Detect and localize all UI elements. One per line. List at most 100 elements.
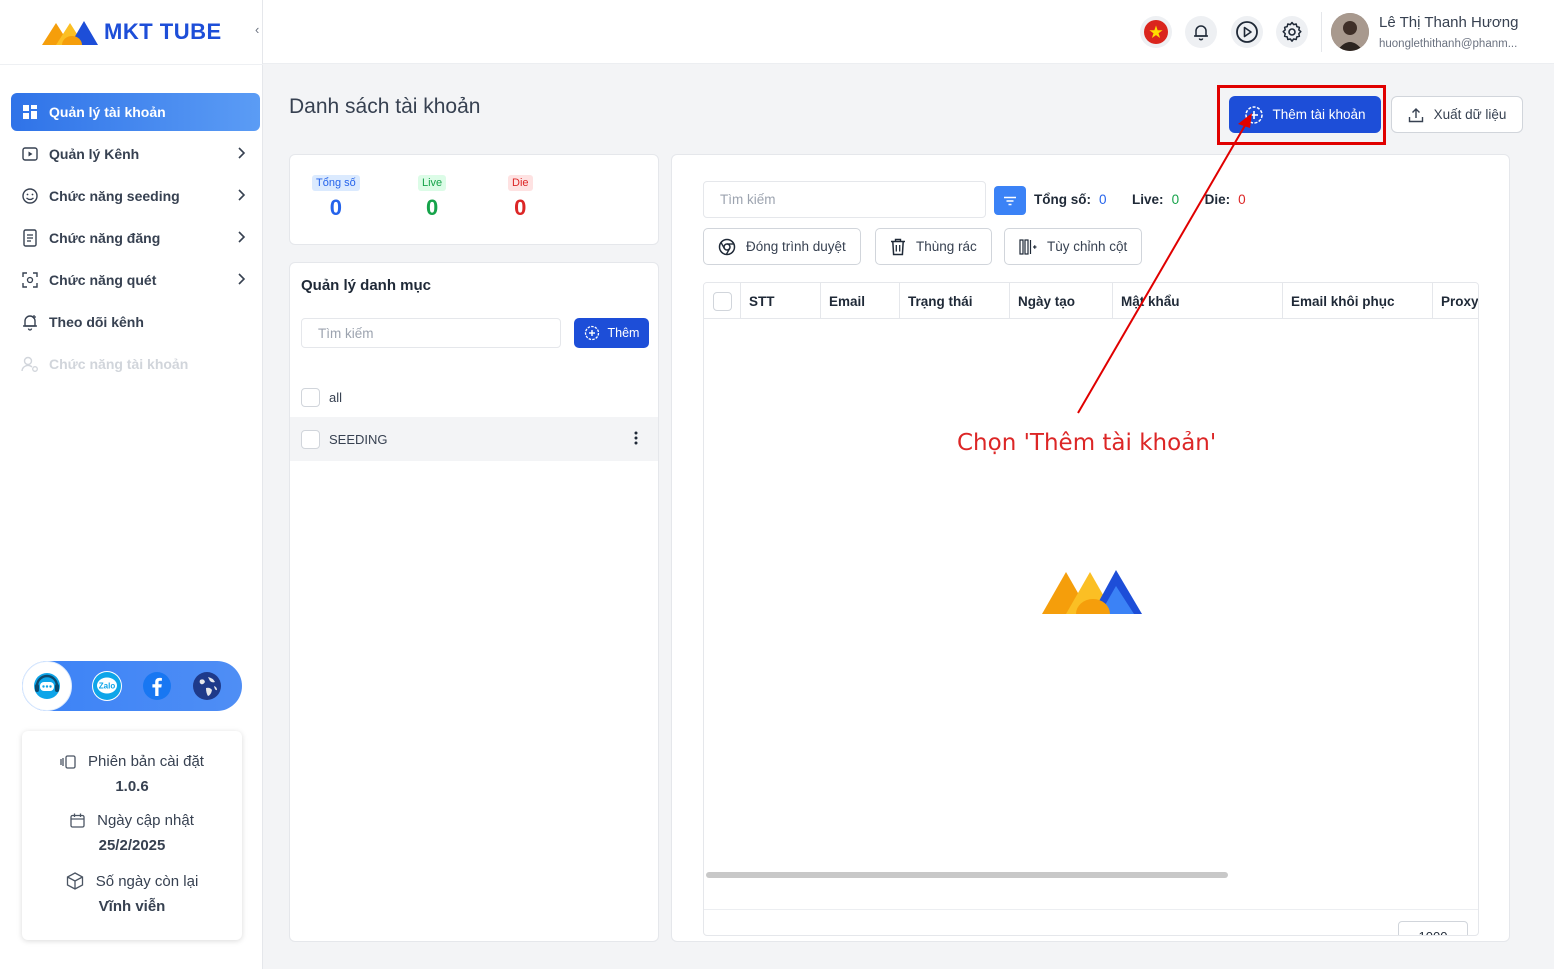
bell-plus-icon bbox=[21, 313, 39, 331]
sidebar-item-account-functions: Chức năng tài khoản bbox=[11, 345, 260, 383]
column-header-email[interactable]: Email bbox=[821, 283, 900, 319]
chevron-right-icon bbox=[238, 189, 246, 201]
sidebar: MKT TUBE ‹ Quản lý tài khoản Quản lý Kên… bbox=[0, 0, 263, 969]
document-icon bbox=[21, 229, 39, 247]
category-checkbox[interactable] bbox=[301, 387, 320, 407]
total-count-value: 0 bbox=[1099, 192, 1107, 207]
trash-icon bbox=[891, 238, 905, 255]
top-header: Lê Thị Thanh Hương huonglethithanh@phanm… bbox=[263, 0, 1554, 64]
export-data-button[interactable]: Xuất dữ liệu bbox=[1391, 96, 1523, 133]
update-info: Ngày cập nhật 25/2/2025 bbox=[22, 812, 242, 854]
user-photo-icon bbox=[1331, 13, 1369, 51]
sidebar-item-channel-tracking[interactable]: Theo dõi kênh bbox=[11, 303, 260, 341]
sidebar-item-label: Theo dõi kênh bbox=[49, 314, 144, 330]
list-item[interactable]: SEEDING bbox=[290, 417, 658, 461]
sidebar-item-label: Chức năng đăng bbox=[49, 230, 161, 246]
app-info-card: Phiên bản cài đặt 1.0.6 Ngày cập nhật 25… bbox=[22, 731, 242, 940]
chevron-right-icon bbox=[238, 273, 246, 285]
sidebar-divider bbox=[0, 64, 263, 65]
filter-button[interactable] bbox=[994, 186, 1026, 215]
trash-button[interactable]: Thùng rác bbox=[875, 228, 992, 265]
select-all-checkbox[interactable] bbox=[713, 291, 732, 311]
zalo-icon: Zalo bbox=[93, 672, 121, 700]
sidebar-item-posting[interactable]: Chức năng đăng bbox=[11, 219, 260, 257]
stat-live-value: 0 bbox=[425, 195, 439, 220]
more-vertical-icon[interactable] bbox=[634, 431, 638, 445]
column-header-stt[interactable]: STT bbox=[741, 283, 821, 319]
column-header-created[interactable]: Ngày tạo bbox=[1010, 283, 1113, 319]
table-footer-divider bbox=[704, 909, 1478, 910]
sidebar-item-seeding[interactable]: Chức năng seeding bbox=[11, 177, 260, 215]
close-browser-button[interactable]: Đóng trình duyệt bbox=[703, 228, 861, 265]
column-header-status[interactable]: Trạng thái bbox=[900, 283, 1010, 319]
logo-text: MKT TUBE bbox=[104, 19, 222, 44]
zalo-button[interactable]: Zalo bbox=[92, 671, 122, 701]
facebook-icon bbox=[143, 672, 171, 700]
stats-card: Tổng số 0 Live 0 Die 0 bbox=[289, 154, 659, 245]
category-search-input[interactable]: Tìm kiếm bbox=[301, 318, 561, 348]
tutorial-video-button[interactable] bbox=[1231, 16, 1263, 48]
stat-total: Tổng số 0 bbox=[312, 173, 360, 221]
stat-total-badge: Tổng số bbox=[312, 175, 360, 191]
chrome-icon bbox=[718, 238, 736, 255]
support-chat-icon bbox=[34, 673, 60, 699]
customize-columns-label: Tùy chỉnh cột bbox=[1047, 239, 1128, 254]
category-name: all bbox=[329, 389, 343, 405]
avatar[interactable] bbox=[1331, 13, 1369, 51]
upload-icon bbox=[1408, 107, 1423, 122]
notifications-button[interactable] bbox=[1185, 16, 1217, 48]
horizontal-scrollbar[interactable] bbox=[706, 872, 1228, 878]
category-checkbox[interactable] bbox=[301, 429, 320, 449]
box-icon bbox=[66, 872, 83, 890]
column-header-proxy[interactable]: Proxy bbox=[1433, 283, 1478, 319]
add-category-button[interactable]: Thêm bbox=[574, 318, 649, 348]
column-header-recovery-email[interactable]: Email khôi phục bbox=[1283, 283, 1433, 319]
collapse-sidebar-icon[interactable]: ‹ bbox=[255, 22, 259, 37]
language-button[interactable] bbox=[1140, 16, 1172, 48]
sidebar-item-account-management[interactable]: Quản lý tài khoản bbox=[11, 93, 260, 131]
version-icon bbox=[60, 754, 76, 769]
sidebar-item-scanning[interactable]: Chức năng quét bbox=[11, 261, 260, 299]
filter-icon bbox=[1004, 196, 1016, 205]
plus-circle-icon bbox=[584, 325, 599, 341]
chevron-right-icon bbox=[238, 147, 246, 159]
version-value: 1.0.6 bbox=[115, 778, 149, 795]
scan-icon bbox=[21, 271, 39, 289]
facebook-button[interactable] bbox=[142, 671, 172, 701]
logo-mark-icon bbox=[42, 21, 98, 45]
play-circle-icon bbox=[1236, 21, 1258, 43]
sidebar-item-label: Chức năng seeding bbox=[49, 188, 180, 204]
update-value: 25/2/2025 bbox=[98, 837, 166, 854]
user-email: huonglethithanh@phanm... bbox=[1379, 38, 1518, 50]
update-label: Ngày cập nhật bbox=[97, 812, 194, 829]
sidebar-menu: Quản lý tài khoản Quản lý Kênh Chức năng… bbox=[11, 93, 260, 387]
website-button[interactable] bbox=[192, 671, 222, 701]
settings-button[interactable] bbox=[1276, 16, 1308, 48]
columns-icon bbox=[1019, 238, 1037, 255]
stat-die: Die 0 bbox=[508, 173, 533, 221]
stat-live-badge: Live bbox=[418, 175, 447, 191]
app-logo[interactable]: MKT TUBE bbox=[40, 14, 222, 50]
list-item[interactable]: all bbox=[290, 375, 658, 419]
column-header-password[interactable]: Mật khẩu bbox=[1113, 283, 1283, 319]
category-title: Quản lý danh mục bbox=[301, 277, 432, 294]
sidebar-item-label: Chức năng tài khoản bbox=[49, 356, 189, 372]
header-divider bbox=[1321, 12, 1322, 52]
live-count-value: 0 bbox=[1171, 192, 1180, 207]
user-gear-icon bbox=[21, 355, 39, 373]
globe-icon bbox=[193, 672, 221, 700]
page-size-input[interactable]: 1000 bbox=[1398, 921, 1468, 935]
account-search-input[interactable]: Tìm kiếm bbox=[703, 181, 986, 218]
version-label: Phiên bản cài đặt bbox=[88, 753, 204, 770]
support-chat-button[interactable] bbox=[22, 661, 72, 711]
select-all-cell bbox=[704, 283, 741, 319]
remaining-value: Vĩnh viễn bbox=[98, 898, 166, 915]
zalo-logo-text: Zalo bbox=[99, 682, 116, 691]
pagination-info: ... bbox=[712, 929, 723, 935]
export-data-label: Xuất dữ liệu bbox=[1433, 107, 1507, 122]
sidebar-item-channel-management[interactable]: Quản lý Kênh bbox=[11, 135, 260, 173]
total-count-label: Tổng số: bbox=[1034, 192, 1091, 207]
customize-columns-button[interactable]: Tùy chỉnh cột bbox=[1004, 228, 1143, 265]
annotation-label: Chọn 'Thêm tài khoản' bbox=[957, 430, 1217, 456]
table-header: STT Email Trạng thái Ngày tạo Mật khẩu E… bbox=[704, 283, 1478, 319]
